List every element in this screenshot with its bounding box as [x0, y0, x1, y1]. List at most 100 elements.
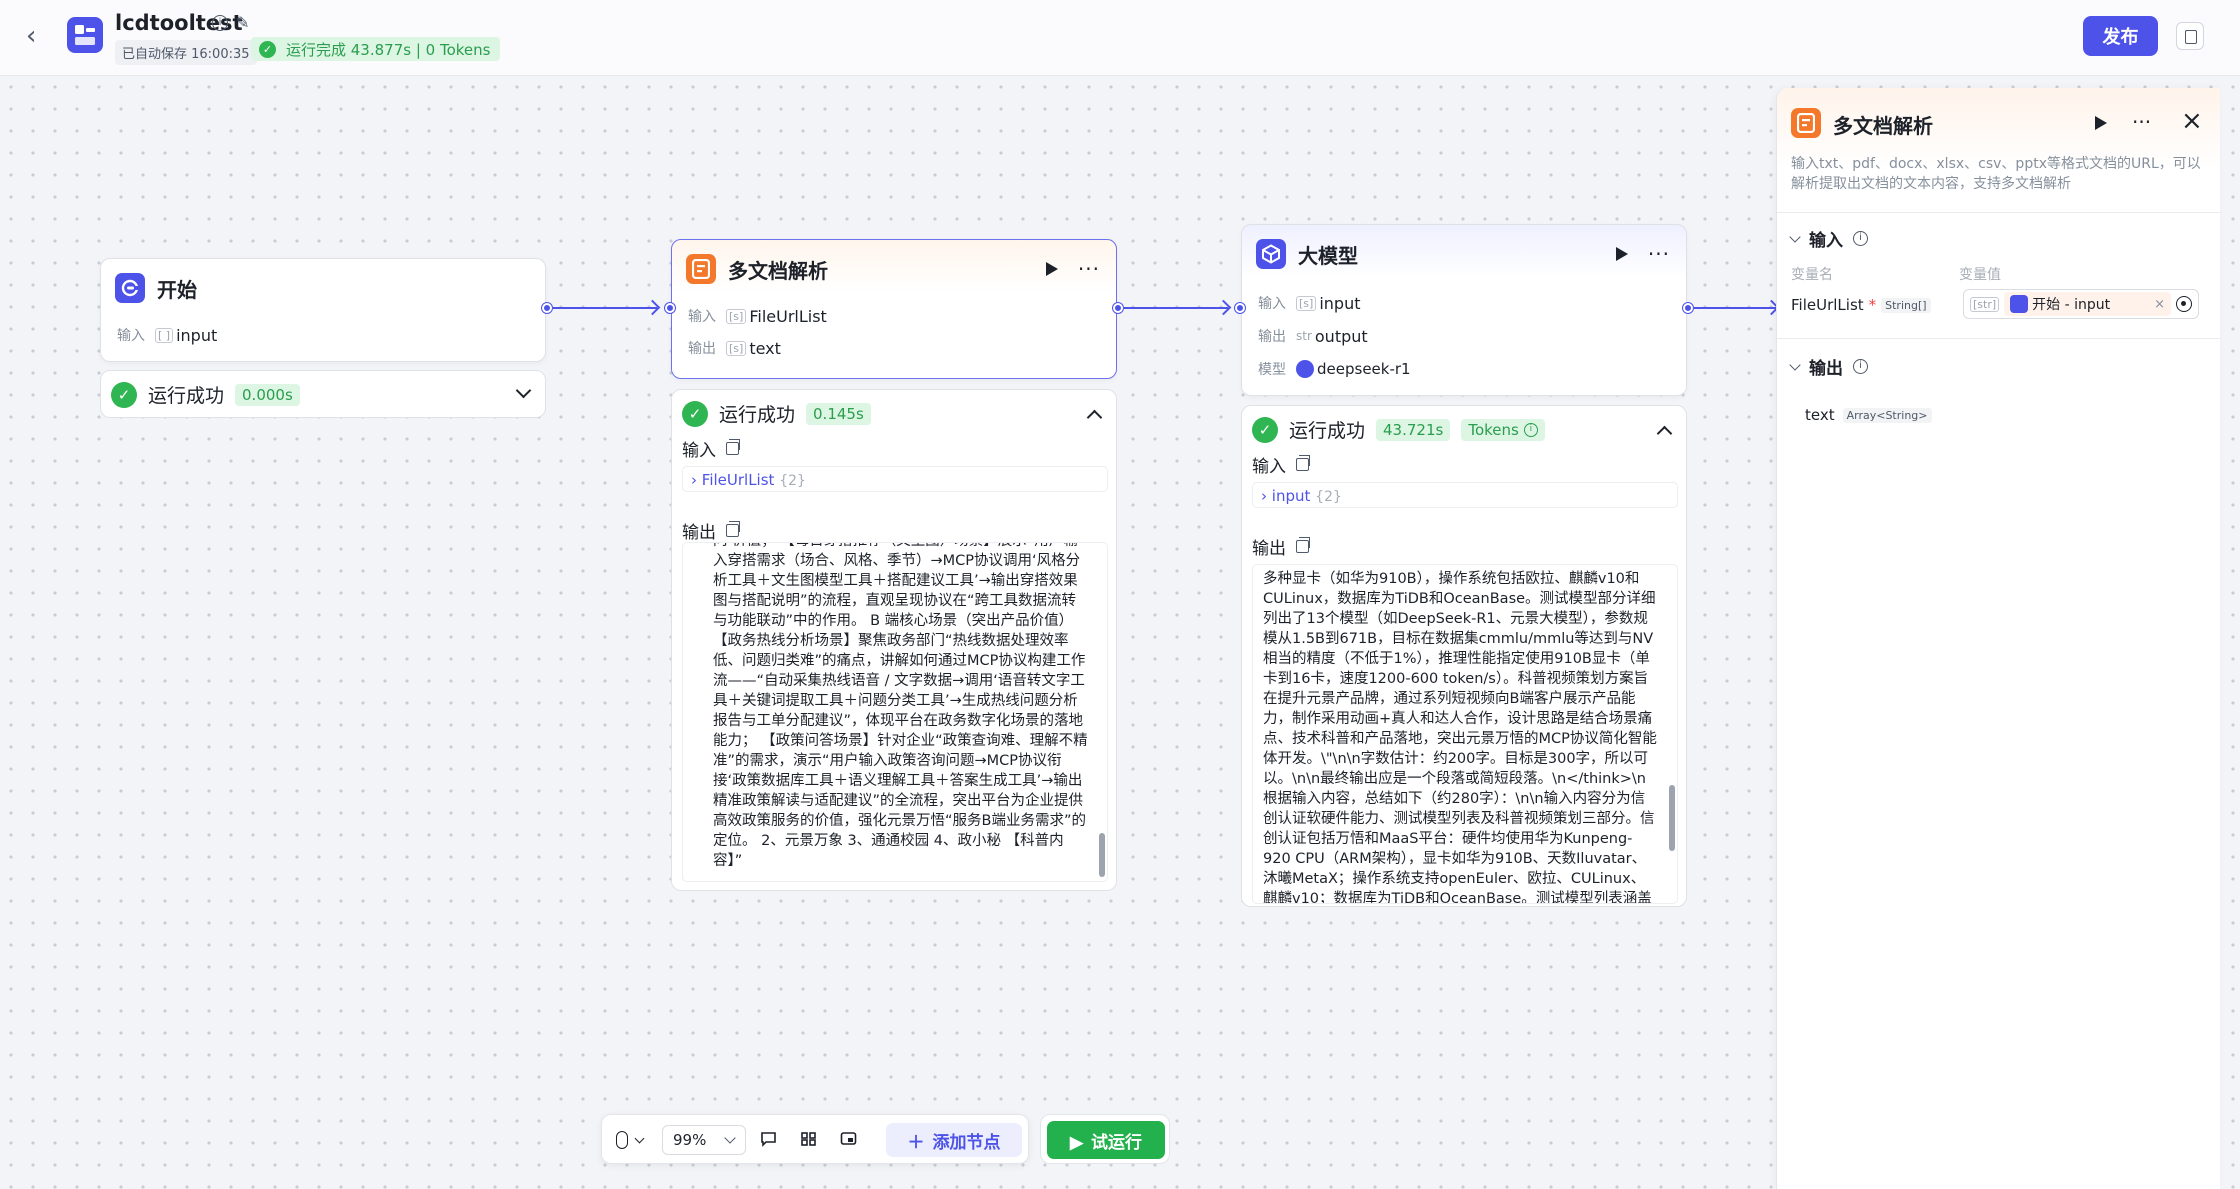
autosave-status: 已自动保存 16:00:35 — [115, 40, 257, 65]
result-time-badge: 0.000s — [235, 383, 300, 406]
info-icon[interactable]: i — [212, 15, 228, 31]
start-node-icon — [115, 273, 145, 303]
copy-icon[interactable] — [726, 439, 740, 455]
var-value-field[interactable]: [str] 开始 - input × — [1963, 289, 2199, 319]
edit-icon[interactable]: ✎ — [236, 13, 249, 32]
tokens-label: Tokens — [1468, 420, 1519, 439]
variable-picker-icon[interactable] — [2176, 296, 2192, 312]
start-node[interactable]: 开始 输入 [ ] input — [100, 258, 546, 362]
output-var-chip: str output — [1296, 327, 1368, 346]
copy-icon[interactable] — [1296, 455, 1310, 471]
minimap-icon[interactable] — [840, 1131, 857, 1147]
output-key-label: 输出 — [1258, 329, 1286, 345]
divider — [1777, 338, 2220, 339]
mouse-mode-icon[interactable] — [616, 1131, 628, 1149]
model-key-label: 模型 — [1258, 362, 1286, 378]
panel-toggle-icon[interactable] — [2176, 22, 2204, 50]
try-run-button[interactable]: ▶ 试运行 — [1047, 1121, 1165, 1159]
expand-arrow-icon[interactable]: › — [691, 471, 697, 489]
info-icon[interactable]: i — [1853, 231, 1868, 246]
var-name: FileUrlList — [1791, 296, 1864, 314]
input-json-viewer[interactable]: › FileUrlList {2} — [682, 466, 1108, 492]
result-title: 运行成功 — [148, 385, 225, 407]
scrollbar-thumb[interactable] — [1099, 833, 1105, 877]
expand-arrow-icon[interactable]: › — [1261, 487, 1267, 505]
output-section-label: 输出 — [1252, 539, 1286, 559]
result-title: 运行成功 — [1289, 420, 1366, 442]
doc-input-port[interactable] — [665, 303, 675, 313]
collapse-chevron-icon[interactable] — [1086, 409, 1103, 426]
node-config-panel: 多文档解析 ··· × 输入txt、pdf、docx、xlsx、csv、pptx… — [1776, 88, 2220, 1189]
run-node-icon[interactable] — [2095, 116, 2107, 130]
node-title: 开始 — [157, 277, 197, 302]
result-time-badge: 43.721s — [1376, 418, 1451, 441]
out-var-type: Array<String> — [1842, 407, 1932, 423]
doc-parse-icon — [686, 254, 716, 284]
add-node-button[interactable]: ＋ 添加节点 — [886, 1123, 1022, 1157]
back-arrow-icon[interactable]: ‹ — [26, 22, 54, 50]
success-check-icon: ✓ — [111, 381, 137, 408]
json-count: {2} — [1315, 489, 1342, 505]
node-title: 多文档解析 — [728, 258, 828, 283]
output-text-box[interactable]: 问 价值； 【每日穿搭推荐（文生图）场景】展示“用户输入穿搭需求（场合、风格、季… — [682, 542, 1108, 882]
output-section-toggle[interactable]: 输出 i — [1789, 354, 1868, 379]
required-mark: * — [1868, 296, 1877, 314]
scrollbar-thumb[interactable] — [1669, 785, 1675, 851]
doc-output-port[interactable] — [1113, 303, 1123, 313]
input-json-viewer[interactable]: › input {2} — [1252, 482, 1678, 508]
collapse-chevron-icon[interactable] — [1656, 425, 1673, 442]
array-type-icon: [s] — [726, 340, 747, 356]
run-node-icon[interactable] — [1045, 262, 1058, 276]
info-icon[interactable]: i — [1523, 422, 1538, 437]
output-text-box[interactable]: 多种显卡（如华为910B），操作系统包括欧拉、麒麟v10和CULinux，数据库… — [1252, 564, 1678, 904]
copy-icon[interactable] — [1296, 537, 1310, 553]
output-var-chip: [s] text — [726, 339, 781, 358]
llm-node[interactable]: 大模型 ··· 输入 [s] input 输出 str output 模型 de… — [1241, 224, 1687, 396]
variable-reference-chip[interactable]: 开始 - input × — [2004, 292, 2171, 316]
model-name: deepseek-r1 — [1317, 360, 1411, 378]
panel-description: 输入txt、pdf、docx、xlsx、csv、pptx等格式文档的URL，可以… — [1791, 156, 2201, 192]
start-node-icon — [2010, 295, 2029, 313]
input-var-chip: [ ] input — [155, 326, 217, 345]
tokens-badge[interactable]: Tokens i — [1461, 418, 1545, 441]
info-icon[interactable]: i — [1853, 359, 1868, 374]
input-var-row: FileUrlList * String[] — [1791, 296, 1931, 314]
llm-output-port[interactable] — [1683, 303, 1693, 313]
input-section-title: 输入 — [1809, 231, 1843, 251]
var-type: String[] — [1881, 297, 1931, 313]
input-var-name: FileUrlList — [749, 306, 827, 326]
more-icon[interactable]: ··· — [1648, 244, 1670, 264]
output-var-name: text — [749, 338, 781, 358]
llm-input-port[interactable] — [1235, 303, 1245, 313]
copy-icon[interactable] — [726, 521, 740, 537]
string-type-icon: [ ] — [155, 327, 174, 343]
doc-parse-icon — [1791, 108, 1821, 138]
input-section-toggle[interactable]: 输入 i — [1789, 226, 1868, 251]
comment-icon[interactable] — [760, 1131, 777, 1147]
input-var-chip: [s] FileUrlList — [726, 307, 827, 326]
clear-icon[interactable]: × — [2154, 297, 2165, 312]
more-icon[interactable]: ··· — [1078, 259, 1100, 279]
close-icon[interactable]: × — [2181, 106, 2203, 136]
canvas-toolbar: 99% ＋添加节点 — [601, 1114, 1029, 1164]
doc-parse-node[interactable]: 多文档解析 ··· 输入 [s] FileUrlList 输出 [s] text — [671, 239, 1117, 379]
run-node-icon[interactable] — [1615, 247, 1628, 261]
array-type-icon: [s] — [1296, 295, 1317, 311]
input-section-label: 输入 — [1252, 457, 1286, 477]
ref-value: 开始 - input — [2032, 297, 2111, 313]
play-icon: ▶ — [1069, 1132, 1084, 1152]
success-check-icon: ✓ — [682, 400, 708, 427]
input-var-name: input — [176, 325, 218, 345]
start-output-port[interactable] — [542, 303, 552, 313]
input-var-name: input — [1319, 293, 1361, 313]
output-section-title: 输出 — [1809, 359, 1843, 379]
auto-layout-icon[interactable] — [800, 1131, 817, 1147]
add-node-label: 添加节点 — [932, 1132, 1001, 1152]
expand-chevron-icon[interactable] — [515, 382, 532, 399]
more-icon[interactable]: ··· — [2132, 110, 2151, 134]
output-var-name: output — [1314, 326, 1368, 346]
publish-button[interactable]: 发布 — [2083, 16, 2158, 56]
chevron-down-icon[interactable] — [634, 1133, 645, 1144]
success-check-icon: ✓ — [1252, 416, 1278, 443]
edge-doc-to-llm — [1124, 307, 1228, 309]
